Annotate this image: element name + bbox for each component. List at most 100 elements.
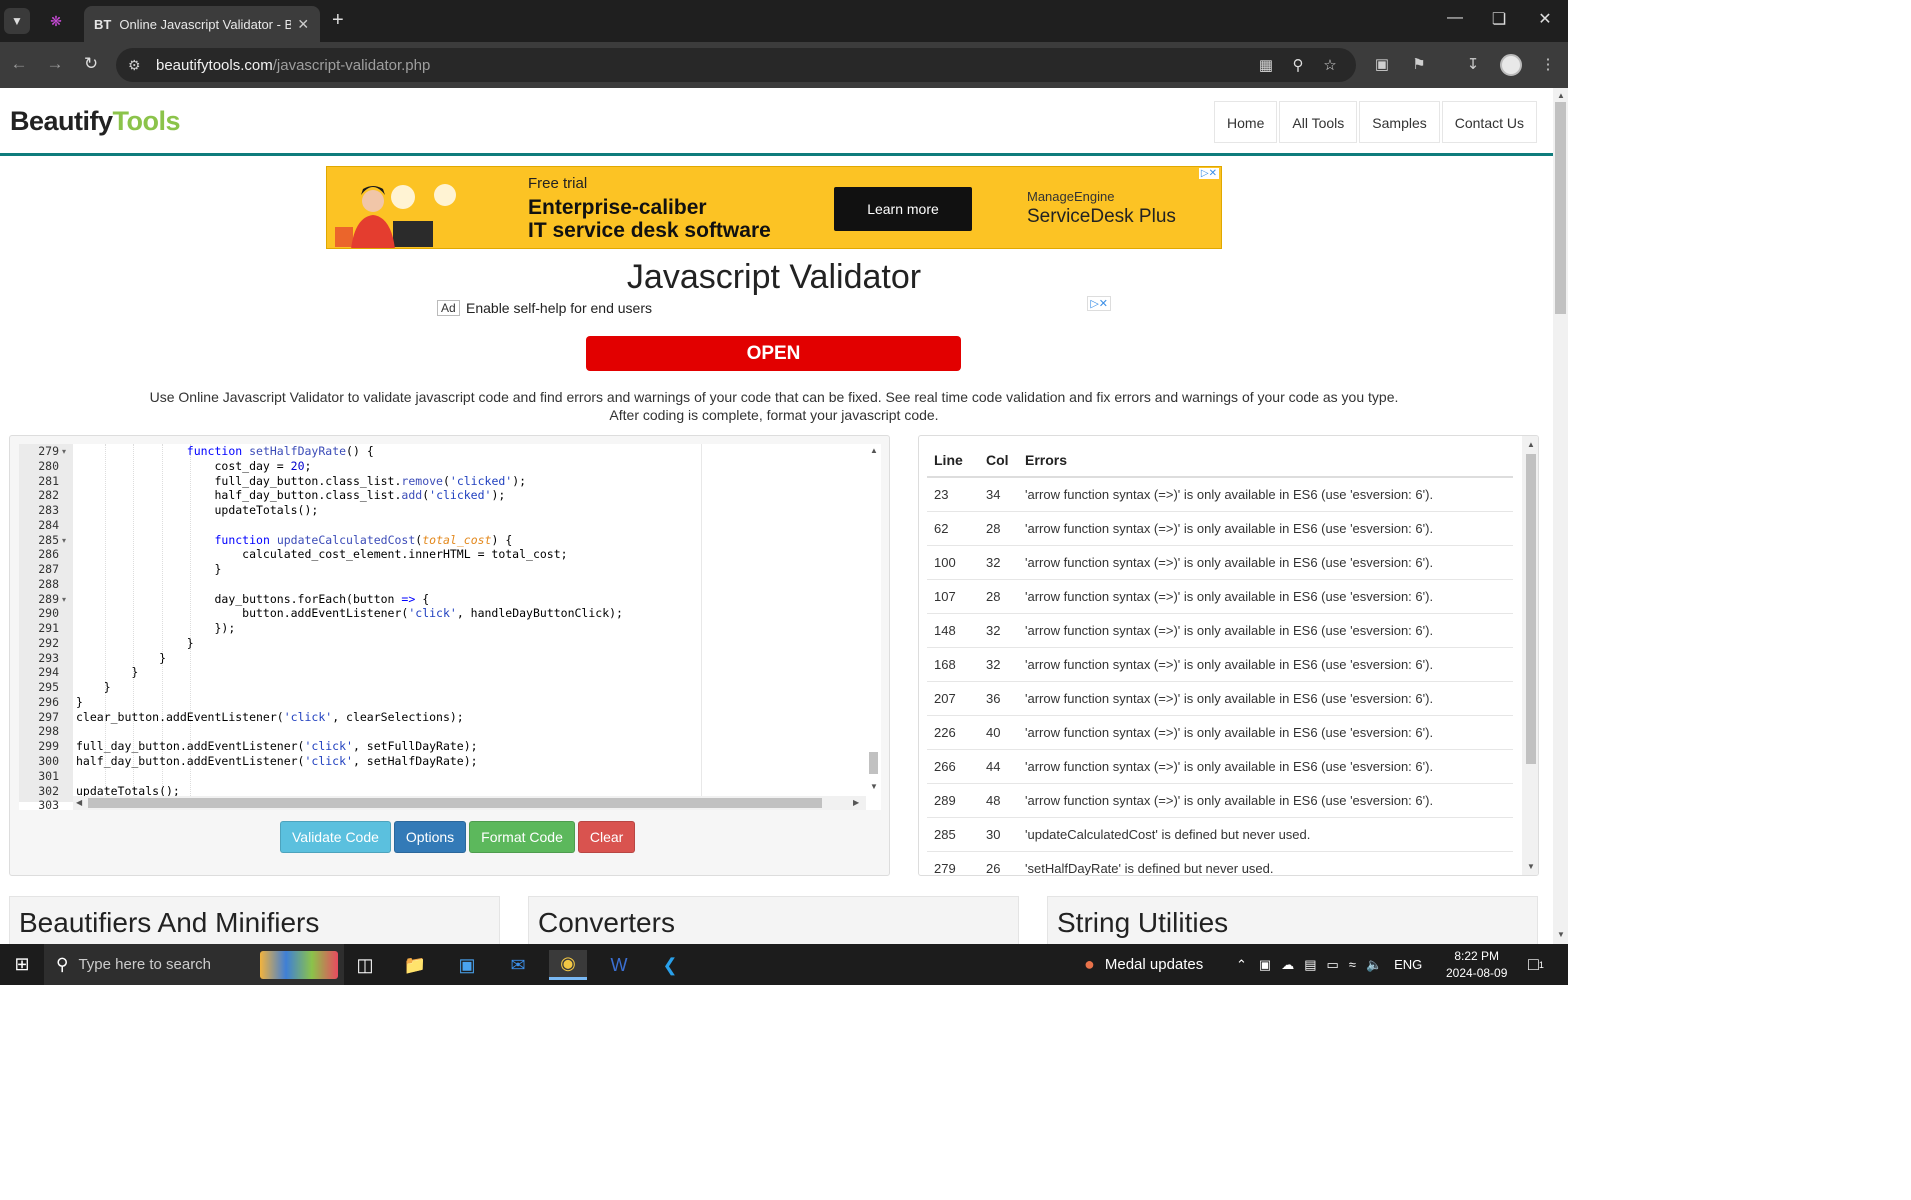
chrome-icon[interactable]: ◉ <box>549 950 587 980</box>
ad-open-button[interactable]: OPEN <box>586 336 961 371</box>
chevron-up-icon[interactable]: ⌃ <box>1236 957 1247 973</box>
medal-widget[interactable]: ● Medal updates <box>1084 944 1203 985</box>
forward-icon[interactable]: → <box>44 54 66 74</box>
error-col: 30 <box>979 816 1018 851</box>
editor-horizontal-scroll-thumb[interactable] <box>88 798 822 808</box>
editor-vertical-scroll-thumb[interactable] <box>869 752 878 774</box>
tab-close-icon[interactable]: ✕ <box>297 16 309 33</box>
search-highlight-icon[interactable] <box>260 951 338 979</box>
line-number: 281 <box>38 474 59 488</box>
errors-scrollbar[interactable]: ▲ ▼ <box>1522 436 1538 875</box>
bookmark-star-icon[interactable]: ☆ <box>1320 56 1340 74</box>
nav-all-tools[interactable]: All Tools <box>1279 101 1358 143</box>
code-line: half_day_button.addEventListener('click'… <box>76 754 478 768</box>
clock[interactable]: 8:22 PM 2024-08-09 <box>1446 948 1507 982</box>
line-number: 282 <box>38 488 59 502</box>
windows-taskbar: ⊞ ⚲ Type here to search ◫ 📁 ▣ ✉ ◉ W ❮ ● … <box>0 944 1568 985</box>
nav-home[interactable]: Home <box>1214 101 1278 143</box>
page-scrollbar[interactable]: ▲ ▼ <box>1553 88 1568 944</box>
screenshot-icon[interactable]: ▣ <box>1371 55 1393 73</box>
adchoices-icon[interactable]: ▷✕ <box>1087 296 1111 311</box>
word-icon[interactable]: W <box>600 950 638 980</box>
error-row[interactable]: 289 48'arrow function syntax (=>)' is onl… <box>927 782 1513 817</box>
microsoft-store-icon[interactable]: ▣ <box>448 950 486 980</box>
display-icon[interactable]: ▤ <box>1304 957 1316 973</box>
fold-toggle-icon[interactable]: ▾ <box>62 595 66 604</box>
new-tab-icon[interactable]: + <box>332 9 344 32</box>
battery-icon[interactable]: ▭ <box>1327 957 1339 973</box>
ad-text[interactable]: Enable self-help for end users <box>466 300 652 316</box>
code-editor[interactable]: 279 ▾ 280 281 282 283 284 285 ▾ 286 287 288 289 ▾ 290 2… <box>19 444 881 812</box>
adchoices-icon[interactable]: ▷✕ <box>1198 168 1219 179</box>
tracking-protection-icon[interactable]: ▦ <box>1256 56 1276 74</box>
volume-muted-icon[interactable]: 🔈 <box>1366 957 1382 973</box>
fold-toggle-icon[interactable]: ▾ <box>62 447 66 456</box>
error-row[interactable]: 168 32'arrow function syntax (=>)' is onl… <box>927 646 1513 681</box>
error-row[interactable]: 62 28'arrow function syntax (=>)' is only… <box>927 510 1513 545</box>
onedrive-icon[interactable]: ☁ <box>1281 957 1294 973</box>
code-line: function updateCalculatedCost(total_cost… <box>214 533 513 547</box>
minimize-icon[interactable]: — <box>1440 9 1470 27</box>
error-row[interactable]: 226 40'arrow function syntax (=>)' is onl… <box>927 714 1513 749</box>
site-info-icon[interactable]: ⚙ <box>128 57 148 74</box>
error-line: 279 <box>927 850 979 875</box>
zoom-icon[interactable]: ⚲ <box>1288 56 1308 74</box>
notification-center-icon[interactable]: □ 1 <box>1528 944 1544 985</box>
editor-vertical-scrollbar[interactable]: ▲ ▼ <box>866 444 881 796</box>
error-row[interactable]: 207 36'arrow function syntax (=>)' is onl… <box>927 680 1513 715</box>
error-row[interactable]: 266 44'arrow function syntax (=>)' is onl… <box>927 748 1513 783</box>
profile-avatar[interactable] <box>1500 54 1522 76</box>
file-explorer-icon[interactable]: 📁 <box>396 950 434 980</box>
active-tab[interactable]: BT Online Javascript Validator - Be ✕ <box>84 6 320 42</box>
taskbar-search[interactable]: ⚲ Type here to search <box>44 944 344 985</box>
fold-toggle-icon[interactable]: ▾ <box>62 536 66 545</box>
language-indicator[interactable]: ENG <box>1394 957 1422 972</box>
site-header: BeautifyTools Home All Tools Samples Con… <box>0 88 1553 156</box>
editor-horizontal-scrollbar[interactable]: ◀ ▶ <box>73 796 866 810</box>
errors-scroll-thumb[interactable] <box>1526 454 1536 764</box>
error-row[interactable]: 23 34'arrow function syntax (=>)' is only… <box>927 476 1513 511</box>
format-code-button[interactable]: Format Code <box>469 821 575 853</box>
code-line: } <box>76 695 83 709</box>
error-row[interactable]: 148 32'arrow function syntax (=>)' is onl… <box>927 612 1513 647</box>
url-text[interactable]: beautifytools.com/javascript-validator.p… <box>156 57 430 74</box>
code-line: updateTotals(); <box>76 503 319 517</box>
task-view-icon[interactable]: ◫ <box>346 950 384 980</box>
extensions-icon[interactable]: ⚑ <box>1408 55 1430 73</box>
notification-count: 1 <box>1538 959 1544 970</box>
download-icon[interactable]: ↧ <box>1462 55 1484 73</box>
menu-kebab-icon[interactable]: ⋮ <box>1537 55 1559 73</box>
pinned-tab-icon[interactable]: ❋ <box>46 11 66 31</box>
validate-code-button[interactable]: Validate Code <box>280 821 391 853</box>
address-bar[interactable]: ⚙ beautifytools.com/javascript-validator… <box>116 48 1356 82</box>
nav-contact-us[interactable]: Contact Us <box>1441 101 1537 143</box>
tab-search-button[interactable]: ▼ <box>4 8 30 34</box>
error-row[interactable]: 100 32'arrow function syntax (=>)' is onl… <box>927 544 1513 579</box>
clear-button[interactable]: Clear <box>577 821 636 853</box>
error-row[interactable]: 107 28'arrow function syntax (=>)' is onl… <box>927 578 1513 613</box>
page-scroll-thumb[interactable] <box>1555 102 1566 314</box>
error-col: 34 <box>979 476 1018 511</box>
error-row[interactable]: 279 26'setHalfDayRate' is defined but nev… <box>927 850 1513 875</box>
ad-banner[interactable]: Free trial Enterprise-caliber IT service … <box>326 166 1222 249</box>
reload-icon[interactable]: ↻ <box>80 54 102 74</box>
windows-start-icon[interactable]: ⊞ <box>0 944 44 985</box>
close-window-icon[interactable]: ✕ <box>1530 9 1560 29</box>
wifi-icon[interactable]: ≈ <box>1349 957 1356 972</box>
mail-icon[interactable]: ✉ <box>499 950 537 980</box>
line-number: 286 <box>38 547 59 561</box>
vscode-icon[interactable]: ❮ <box>651 950 689 980</box>
ad-text-unit[interactable]: Ad Enable self-help for end users ▷✕ OPE… <box>437 296 1111 372</box>
back-icon[interactable]: ← <box>8 54 30 74</box>
error-row[interactable]: 285 30'updateCalculatedCost' is defined b… <box>927 816 1513 851</box>
restore-icon[interactable]: ❏ <box>1484 9 1514 29</box>
options-button[interactable]: Options <box>393 821 467 853</box>
site-nav: Home All Tools Samples Contact Us <box>1212 101 1537 143</box>
ad-learn-more-button[interactable]: Learn more <box>834 187 972 231</box>
site-logo[interactable]: BeautifyTools <box>10 106 181 137</box>
meet-icon[interactable]: ▣ <box>1259 957 1271 973</box>
code-content[interactable]: function setHalfDayRate() { cost_day = 2… <box>76 444 866 802</box>
error-line: 168 <box>927 646 979 681</box>
error-msg: 'arrow function syntax (=>)' is only ava… <box>1018 714 1513 749</box>
nav-samples[interactable]: Samples <box>1359 101 1440 143</box>
